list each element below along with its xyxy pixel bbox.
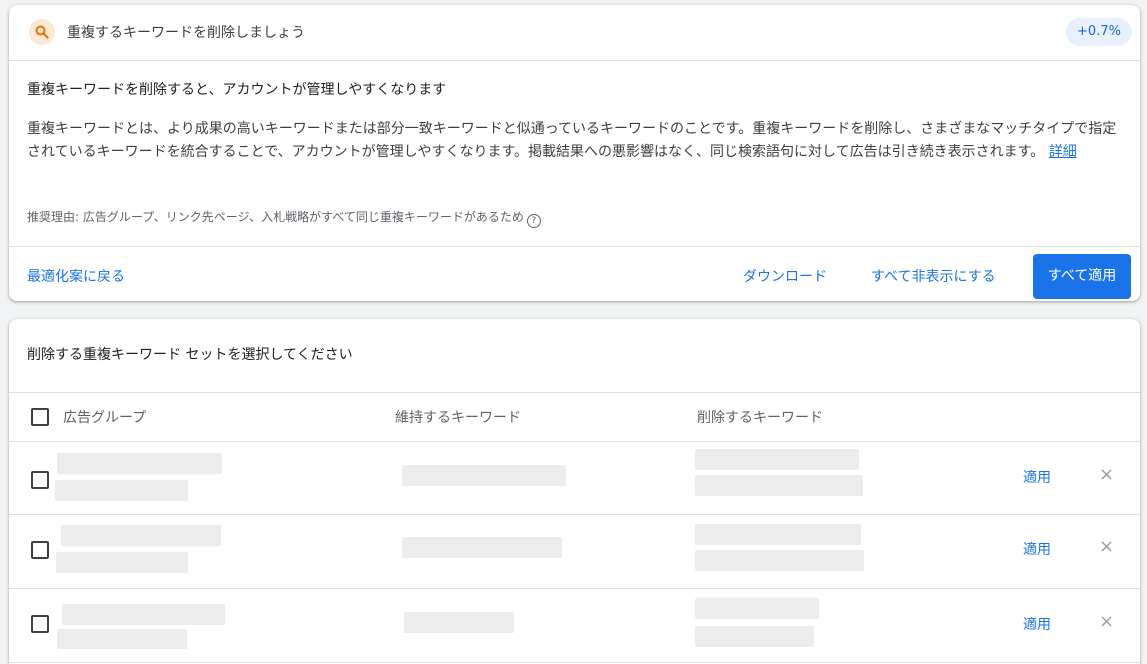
adgroup-name-placeholder [57, 453, 222, 474]
remove-keyword-placeholder [695, 449, 859, 470]
search-icon [29, 19, 55, 45]
col-header-adgroup: 広告グループ [63, 410, 147, 426]
back-to-recommendations-link[interactable]: 最適化案に戻る [27, 266, 125, 286]
description-text: 重複キーワードとは、より成果の高いキーワードまたは部分一致キーワードと似通ってい… [27, 121, 1117, 160]
remove-keyword-placeholder [695, 475, 863, 496]
duplicate-keywords-card: 削除する重複キーワード セットを選択してください 広告グループ 維持するキーワー… [9, 319, 1140, 664]
apply-button[interactable]: 適用 [1023, 614, 1051, 634]
table-row: 適用 × [9, 441, 1140, 515]
close-icon[interactable]: × [1099, 611, 1114, 632]
table-row: 適用 × [9, 589, 1140, 663]
adgroup-name-placeholder [62, 604, 225, 625]
remove-keyword-placeholder [695, 626, 814, 647]
table-title: 削除する重複キーワード セットを選択してください [27, 347, 353, 363]
row-checkbox[interactable] [31, 541, 49, 559]
card-footer: 最適化案に戻る ダウンロード すべて非表示にする すべて適用 [9, 246, 1140, 302]
col-header-keep-keyword: 維持するキーワード [395, 410, 521, 426]
reason-text: 推奨理由: 広告グループ、リンク先ページ、入札戦略がすべて同じ重複キーワードがあ… [27, 210, 524, 224]
adgroup-name-placeholder [61, 525, 221, 546]
card-title: 重複するキーワードを削除しましょう [67, 25, 305, 41]
remove-keyword-placeholder [695, 550, 864, 571]
keep-keyword-placeholder [402, 465, 566, 486]
select-all-checkbox[interactable] [31, 408, 49, 426]
apply-button[interactable]: 適用 [1023, 539, 1051, 559]
details-link[interactable]: 詳細 [1049, 144, 1077, 160]
recommendation-reason: 推奨理由: 広告グループ、リンク先ページ、入札戦略がすべて同じ重複キーワードがあ… [27, 208, 541, 228]
close-icon[interactable]: × [1099, 464, 1114, 485]
row-checkbox[interactable] [31, 615, 49, 633]
adgroup-campaign-placeholder [55, 480, 188, 501]
table-row: 適用 × [9, 515, 1140, 589]
adgroup-campaign-placeholder [57, 629, 187, 649]
download-button[interactable]: ダウンロード [743, 266, 827, 286]
row-checkbox[interactable] [31, 471, 49, 489]
uplift-badge: +0.7% [1066, 18, 1132, 46]
remove-keyword-placeholder [695, 524, 861, 545]
keep-keyword-placeholder [402, 537, 562, 558]
apply-button[interactable]: 適用 [1023, 467, 1051, 487]
help-circle-icon[interactable]: ? [526, 214, 541, 228]
remove-keyword-placeholder [695, 598, 819, 619]
card-description: 重複キーワードとは、より成果の高いキーワードまたは部分一致キーワードと似通ってい… [27, 118, 1122, 164]
keep-keyword-placeholder [404, 612, 514, 633]
close-icon[interactable]: × [1099, 536, 1114, 557]
adgroup-campaign-placeholder [56, 552, 188, 573]
col-header-remove-keyword: 削除するキーワード [697, 410, 823, 426]
hide-all-button[interactable]: すべて非表示にする [871, 266, 996, 286]
card-headline: 重複キーワードを削除すると、アカウントが管理しやすくなります [27, 82, 447, 98]
apply-all-button[interactable]: すべて適用 [1033, 254, 1131, 299]
recommendation-card: 重複するキーワードを削除しましょう +0.7% 重複キーワードを削除すると、アカ… [9, 5, 1140, 301]
card-header: 重複するキーワードを削除しましょう +0.7% [9, 5, 1140, 61]
table-header: 広告グループ 維持するキーワード 削除するキーワード [9, 392, 1140, 442]
